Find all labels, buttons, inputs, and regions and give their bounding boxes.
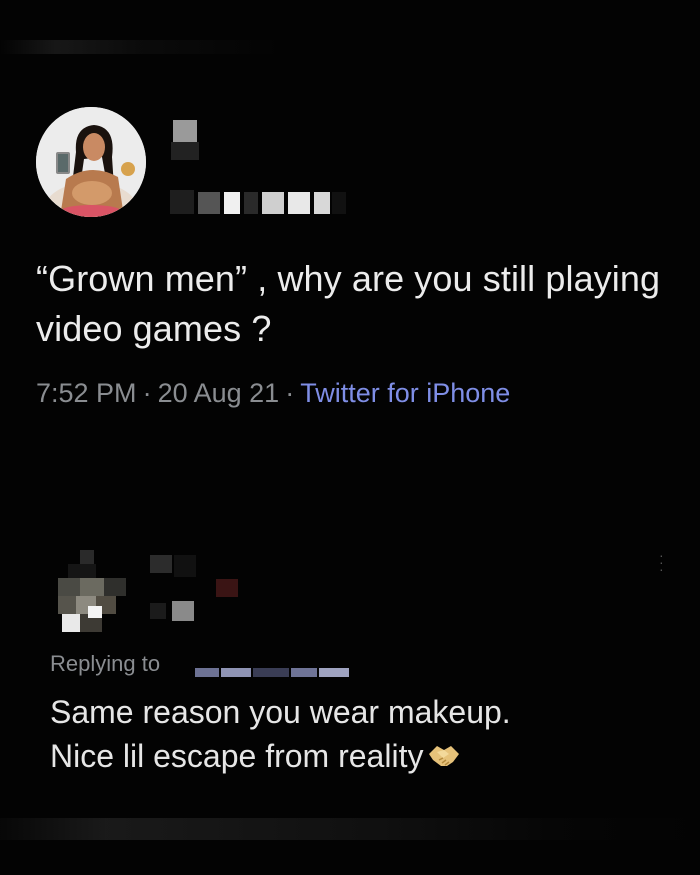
meta-separator: · [142,378,152,408]
replying-to-label: Replying to [50,651,161,676]
reply-author-name-redacted [150,555,250,630]
tweet-time: 7:52 PM [36,378,137,408]
reply-author-avatar-redacted[interactable] [58,550,130,638]
tweet-date: 20 Aug 21 [157,378,280,408]
reply-text: Same reason you wear makeup. Nice lil es… [50,690,670,781]
more-options-icon[interactable]: · · · [659,548,664,576]
reply-text-line-2: Nice lil escape from reality [50,734,670,781]
author-handle-redacted [170,190,350,221]
replying-to-handle-redacted[interactable] [195,665,355,684]
tweet-source-link[interactable]: Twitter for iPhone [300,378,510,408]
handshake-icon [427,737,461,781]
reply-text-line-1: Same reason you wear makeup. [50,694,511,730]
reply-text-line-2-text: Nice lil escape from reality [50,738,424,774]
tweet-meta: 7:52 PM · 20 Aug 21 · Twitter for iPhone [36,378,510,409]
author-name-redacted [171,120,201,165]
tweet-text: “Grown men” , why are you still playing … [36,258,661,349]
top-edge-shadow [0,40,700,54]
bottom-edge-shadow [0,818,700,840]
author-avatar[interactable] [36,107,146,217]
meta-separator: · [285,378,295,408]
